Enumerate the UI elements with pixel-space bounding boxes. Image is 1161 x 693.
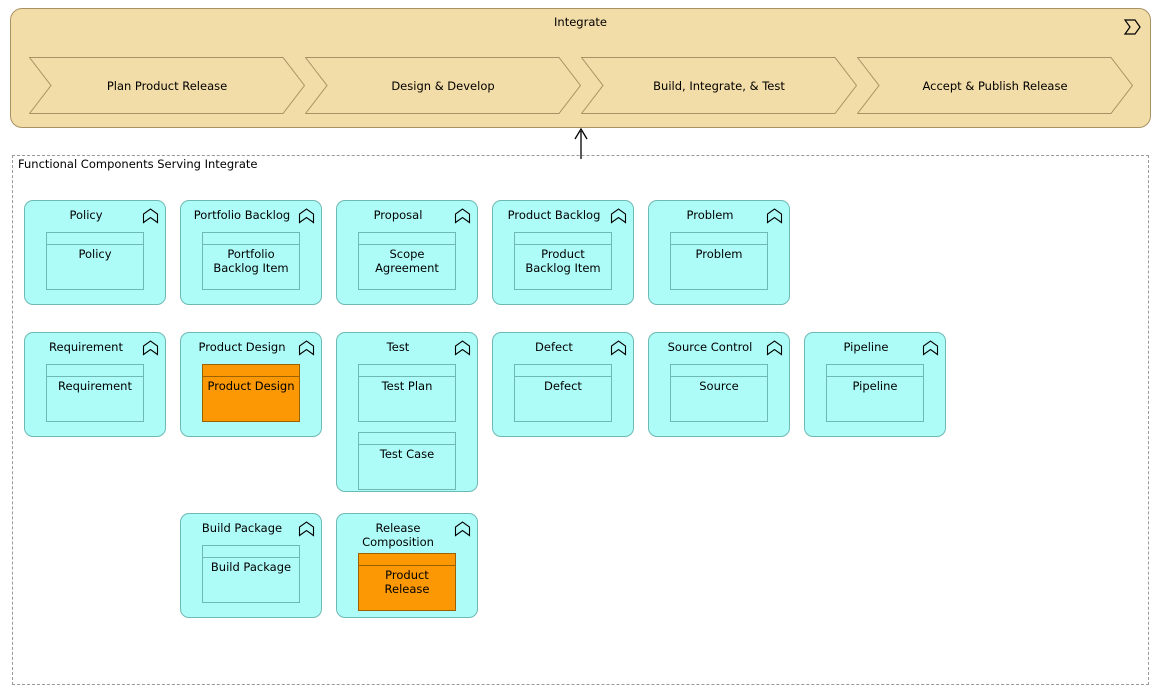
- business-object-divider: [359, 444, 455, 445]
- business-object-label: Product Design: [207, 379, 295, 393]
- business-object[interactable]: Scope Agreement: [358, 232, 456, 290]
- business-object-divider: [671, 376, 767, 377]
- business-object[interactable]: Requirement: [46, 364, 144, 422]
- component-card-title: Problem: [686, 208, 734, 222]
- business-object[interactable]: Defect: [514, 364, 612, 422]
- component-card-title: Defect: [535, 340, 573, 354]
- business-object-divider: [359, 244, 455, 245]
- function-chevron-icon: [610, 208, 627, 224]
- component-card-title: Pipeline: [843, 340, 889, 354]
- component-card-title: Release Composition: [362, 521, 434, 549]
- function-chevron-icon: [454, 521, 471, 537]
- stage-4[interactable]: Accept & Publish Release: [857, 57, 1133, 114]
- business-object-label: Defect: [544, 379, 582, 393]
- function-chevron-icon: [298, 208, 315, 224]
- business-object[interactable]: Product Release: [358, 553, 456, 611]
- business-object-label: Problem: [695, 247, 743, 261]
- business-object[interactable]: Build Package: [202, 545, 300, 603]
- business-object[interactable]: Source: [670, 364, 768, 422]
- business-object-label: Pipeline: [852, 379, 898, 393]
- business-object-label: Source: [699, 379, 739, 393]
- business-object[interactable]: Problem: [670, 232, 768, 290]
- business-object-label: Portfolio Backlog Item: [213, 247, 289, 275]
- stage-3[interactable]: Build, Integrate, & Test: [581, 57, 857, 114]
- business-object-divider: [515, 376, 611, 377]
- business-object-divider: [47, 376, 143, 377]
- function-chevron-icon: [766, 208, 783, 224]
- business-object-label: Build Package: [210, 560, 292, 574]
- business-object-divider: [203, 557, 299, 558]
- component-card-title: Portfolio Backlog: [193, 208, 291, 222]
- function-chevron-icon: [142, 208, 159, 224]
- function-chevron-icon: [298, 521, 315, 537]
- grouping-label: Functional Components Serving Integrate: [16, 157, 260, 171]
- process-arrow-icon: [1121, 17, 1143, 37]
- banner-title: Integrate: [554, 15, 607, 29]
- business-object-divider: [359, 565, 455, 566]
- business-object[interactable]: Product Backlog Item: [514, 232, 612, 290]
- component-card-title: Requirement: [49, 340, 123, 354]
- stage-2[interactable]: Design & Develop: [305, 57, 581, 114]
- business-object-label: Product Backlog Item: [525, 247, 601, 275]
- component-card-title: Policy: [69, 208, 103, 222]
- business-object[interactable]: Pipeline: [826, 364, 924, 422]
- business-object[interactable]: Test Plan: [358, 364, 456, 422]
- business-object-label: Scope Agreement: [375, 247, 439, 275]
- business-object-label: Product Release: [384, 568, 430, 596]
- function-chevron-icon: [142, 340, 159, 356]
- function-chevron-icon: [454, 340, 471, 356]
- business-object[interactable]: Product Design: [202, 364, 300, 422]
- business-object-divider: [671, 244, 767, 245]
- business-object[interactable]: Portfolio Backlog Item: [202, 232, 300, 290]
- business-object-label: Test Plan: [381, 379, 433, 393]
- component-card-title: Product Design: [198, 340, 286, 354]
- business-object-divider: [359, 376, 455, 377]
- component-card-title: Product Backlog: [507, 208, 601, 222]
- component-card-title: Test: [386, 340, 410, 354]
- business-object-divider: [203, 244, 299, 245]
- business-object[interactable]: Policy: [46, 232, 144, 290]
- function-chevron-icon: [766, 340, 783, 356]
- business-object-label: Requirement: [58, 379, 132, 393]
- function-chevron-icon: [610, 340, 627, 356]
- business-object-divider: [47, 244, 143, 245]
- component-card-title: Source Control: [667, 340, 753, 354]
- function-chevron-icon: [298, 340, 315, 356]
- business-object-label: Test Case: [379, 447, 435, 461]
- value-stream-banner[interactable]: Integrate Plan Product Release Design & D…: [10, 8, 1151, 128]
- component-card-title: Build Package: [201, 521, 283, 535]
- stage-1[interactable]: Plan Product Release: [29, 57, 305, 114]
- function-chevron-icon: [922, 340, 939, 356]
- business-object-divider: [203, 376, 299, 377]
- business-object-divider: [515, 244, 611, 245]
- component-card-title: Proposal: [373, 208, 423, 222]
- business-object-divider: [827, 376, 923, 377]
- function-chevron-icon: [454, 208, 471, 224]
- business-object[interactable]: Test Case: [358, 432, 456, 490]
- business-object-label: Policy: [78, 247, 112, 261]
